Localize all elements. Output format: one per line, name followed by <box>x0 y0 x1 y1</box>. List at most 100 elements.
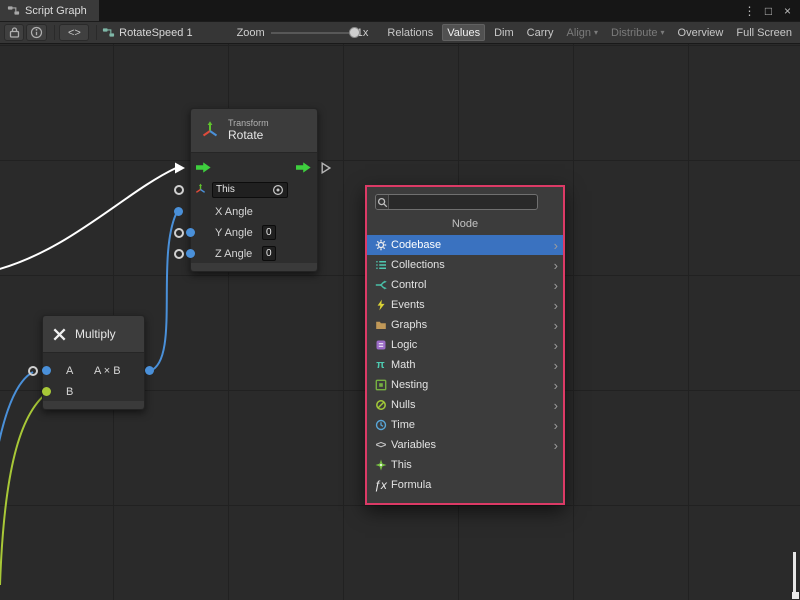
flow-continuation-icon <box>321 162 331 174</box>
chevron-down-icon: ▾ <box>661 28 665 37</box>
finder-item-codebase[interactable]: Codebase › <box>367 235 563 255</box>
finder-item-label: Logic <box>391 339 554 351</box>
a-input-port[interactable] <box>28 366 38 376</box>
lightning-icon <box>373 298 388 312</box>
search-input[interactable] <box>389 196 537 209</box>
z-angle-port-dot[interactable] <box>186 249 195 258</box>
finder-item-logic[interactable]: Logic › <box>367 335 563 355</box>
finder-item-events[interactable]: Events › <box>367 295 563 315</box>
chevron-right-icon: › <box>554 299 558 312</box>
distribute-label: Distribute <box>611 27 657 39</box>
overview-button[interactable]: Overview <box>674 24 728 41</box>
z-angle-input-port[interactable] <box>174 249 184 259</box>
distribute-dropdown[interactable]: Distribute ▾ <box>607 24 668 41</box>
finder-item-label: Graphs <box>391 319 554 331</box>
vertical-scrollbar-thumb[interactable] <box>793 552 796 592</box>
finder-item-math[interactable]: π Math › <box>367 355 563 375</box>
finder-item-formula[interactable]: ƒx Formula <box>367 475 563 495</box>
tab-title: Script Graph <box>25 5 87 17</box>
z-angle-value-field[interactable]: 0 <box>262 246 276 261</box>
maximize-icon[interactable]: □ <box>761 4 776 18</box>
graph-asset-icon <box>102 26 115 39</box>
logic-icon <box>373 338 388 352</box>
finder-item-label: Collections <box>391 259 554 271</box>
multiply-node-footer <box>43 401 144 409</box>
window-menu-icon[interactable]: ⋮ <box>742 4 757 18</box>
fullscreen-button[interactable]: Full Screen <box>732 24 796 41</box>
control-output-arrow-icon[interactable] <box>296 162 311 173</box>
align-dropdown[interactable]: Align ▾ <box>563 24 602 41</box>
object-picker-icon[interactable] <box>272 184 284 196</box>
finder-item-control[interactable]: Control › <box>367 275 563 295</box>
finder-item-collections[interactable]: Collections › <box>367 255 563 275</box>
a-port-dot[interactable] <box>42 366 51 375</box>
finder-item-time[interactable]: Time › <box>367 415 563 435</box>
angle-brackets-icon: <> <box>373 438 388 452</box>
y-angle-port-dot[interactable] <box>186 228 195 237</box>
transform-mini-icon <box>194 183 207 196</box>
chevron-right-icon: › <box>554 239 558 252</box>
branch-icon <box>373 278 388 292</box>
x-angle-port-label: X Angle <box>215 206 253 218</box>
info-icon <box>30 26 43 39</box>
finder-item-nesting[interactable]: Nesting › <box>367 375 563 395</box>
zoom-slider-thumb[interactable] <box>349 27 360 38</box>
toolbar-divider <box>54 25 55 40</box>
result-output-port[interactable] <box>145 366 154 375</box>
multiply-node-header: Multiply <box>43 316 144 353</box>
chevron-right-icon: › <box>554 359 558 372</box>
dim-button[interactable]: Dim <box>490 24 518 41</box>
nesting-icon <box>373 378 388 392</box>
node-title: Rotate <box>228 129 269 143</box>
z-angle-port-label: Z Angle <box>215 248 252 260</box>
finder-search-box[interactable] <box>375 194 538 210</box>
finder-item-this[interactable]: This <box>367 455 563 475</box>
this-object-field[interactable]: This <box>212 182 288 198</box>
a-port-label: A <box>66 365 73 377</box>
code-icon: <> <box>68 27 81 39</box>
window-controls: ⋮ □ × <box>742 0 800 21</box>
info-button[interactable] <box>26 24 46 41</box>
rotate-node-header: Transform Rotate <box>191 109 317 153</box>
finder-item-nulls[interactable]: Nulls › <box>367 395 563 415</box>
relations-button[interactable]: Relations <box>383 24 437 41</box>
finder-item-label: Control <box>391 279 554 291</box>
finder-item-graphs[interactable]: Graphs › <box>367 315 563 335</box>
null-icon <box>373 398 388 412</box>
graph-reference[interactable]: RotateSpeed 1 <box>102 26 192 39</box>
chevron-right-icon: › <box>554 419 558 432</box>
rotate-node-footer <box>191 263 317 271</box>
chevron-right-icon: › <box>554 339 558 352</box>
y-angle-port-label: Y Angle <box>215 227 253 239</box>
y-angle-input-port[interactable] <box>174 228 184 238</box>
graph-reference-label: RotateSpeed 1 <box>119 27 192 39</box>
y-angle-value-field[interactable]: 0 <box>262 225 276 240</box>
lock-button[interactable] <box>4 24 24 41</box>
this-field-label: This <box>216 184 235 196</box>
code-view-button[interactable]: <> <box>59 24 89 41</box>
transform-axes-icon <box>199 120 221 142</box>
this-input-port[interactable] <box>174 185 184 195</box>
finder-header: Node <box>367 216 563 232</box>
chevron-down-icon: ▾ <box>594 28 598 37</box>
finder-item-label: Formula <box>391 479 558 491</box>
finder-item-variables[interactable]: <> Variables › <box>367 435 563 455</box>
finder-item-label: Math <box>391 359 554 371</box>
b-input-port[interactable] <box>42 387 51 396</box>
pi-icon: π <box>373 358 388 372</box>
node-multiply[interactable]: Multiply <box>42 315 145 410</box>
formula-icon: ƒx <box>373 478 388 492</box>
search-icon <box>376 195 389 209</box>
values-button[interactable]: Values <box>442 24 485 41</box>
zoom-slider[interactable] <box>271 26 351 39</box>
finder-item-label: Nesting <box>391 379 554 391</box>
b-port-label: B <box>66 386 73 398</box>
tab-script-graph[interactable]: Script Graph <box>0 0 99 21</box>
carry-button[interactable]: Carry <box>523 24 558 41</box>
clock-icon <box>373 418 388 432</box>
control-input-arrow-icon[interactable] <box>196 162 211 173</box>
node-title: Multiply <box>75 327 116 341</box>
x-angle-input-port[interactable] <box>174 207 183 216</box>
finder-item-label: Events <box>391 299 554 311</box>
close-icon[interactable]: × <box>780 4 795 18</box>
